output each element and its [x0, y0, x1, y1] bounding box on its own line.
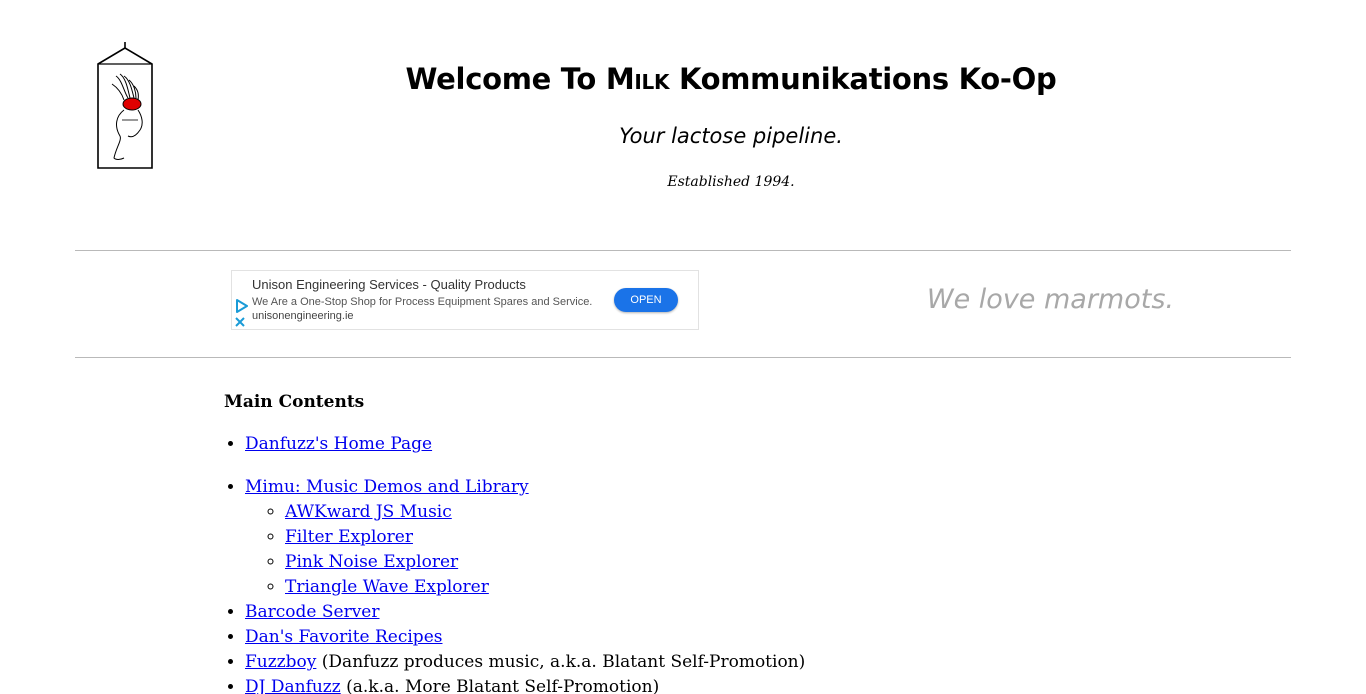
list-item: Dan's Favorite Recipes — [245, 625, 1224, 650]
list-item: Danfuzz's Home Page — [245, 432, 1224, 457]
ad-close-icon[interactable] — [234, 316, 246, 328]
link-fuzzboy[interactable]: Fuzzboy — [245, 652, 316, 672]
ad-url[interactable]: unisonengineering.ie — [252, 310, 354, 322]
page: Welcome To Milk Kommunikations Ko-Op You… — [0, 0, 1366, 694]
list-item: Barcode Server — [245, 600, 1224, 625]
link-triangle-wave-explorer[interactable]: Triangle Wave Explorer — [285, 577, 489, 597]
title-suffix: Kommunikations Ko-Op — [669, 62, 1057, 96]
title-prefix: Welcome To — [405, 62, 606, 96]
main-contents: Main Contents Danfuzz's Home Page Mimu: … — [224, 390, 1224, 694]
mimu-sublist: AWKward JS Music Filter Explorer Pink No… — [245, 500, 1224, 600]
slogan: We love marmots. — [926, 284, 1174, 315]
link-pink-noise-explorer[interactable]: Pink Noise Explorer — [285, 552, 458, 572]
list-item: Filter Explorer — [285, 525, 1224, 550]
dj-danfuzz-note: (a.k.a. More Blatant Self-Promotion) — [340, 677, 660, 694]
list-item: Pink Noise Explorer — [285, 550, 1224, 575]
title-milk: Milk — [605, 62, 670, 96]
list-item: DJ Danfuzz (a.k.a. More Blatant Self-Pro… — [245, 675, 1224, 694]
link-awkward-js-music[interactable]: AWKward JS Music — [285, 502, 452, 522]
main-contents-heading: Main Contents — [224, 392, 365, 412]
ad-open-button[interactable]: OPEN — [614, 288, 678, 312]
link-danfuzz-home[interactable]: Danfuzz's Home Page — [245, 434, 432, 454]
link-favorite-recipes[interactable]: Dan's Favorite Recipes — [245, 627, 442, 647]
milk-carton-logo — [97, 42, 153, 169]
link-dj-danfuzz[interactable]: DJ Danfuzz — [245, 677, 341, 694]
link-filter-explorer[interactable]: Filter Explorer — [285, 527, 413, 547]
fuzzboy-note: (Danfuzz produces music, a.k.a. Blatant … — [316, 652, 806, 672]
ad-description[interactable]: We Are a One-Stop Shop for Process Equip… — [252, 296, 592, 308]
contents-list: Danfuzz's Home Page Mimu: Music Demos an… — [224, 432, 1224, 694]
ad-banner[interactable]: Unison Engineering Services - Quality Pr… — [231, 270, 699, 330]
list-item: AWKward JS Music — [285, 500, 1224, 525]
list-item: Fuzzboy (Danfuzz produces music, a.k.a. … — [245, 650, 1224, 675]
ad-title[interactable]: Unison Engineering Services - Quality Pr… — [252, 277, 526, 292]
link-barcode-server[interactable]: Barcode Server — [245, 602, 379, 622]
bottom-divider — [75, 357, 1291, 358]
site-title: Welcome To Milk Kommunikations Ko-Op — [330, 62, 1132, 96]
tagline: Your lactose pipeline. — [619, 124, 843, 148]
established-note: Established 1994. — [667, 174, 795, 190]
top-divider — [75, 250, 1291, 251]
list-item: Triangle Wave Explorer — [285, 575, 1224, 600]
list-item: Mimu: Music Demos and Library AWKward JS… — [245, 475, 1224, 600]
ad-choices-play-icon[interactable] — [234, 299, 248, 313]
link-mimu[interactable]: Mimu: Music Demos and Library — [245, 477, 529, 497]
